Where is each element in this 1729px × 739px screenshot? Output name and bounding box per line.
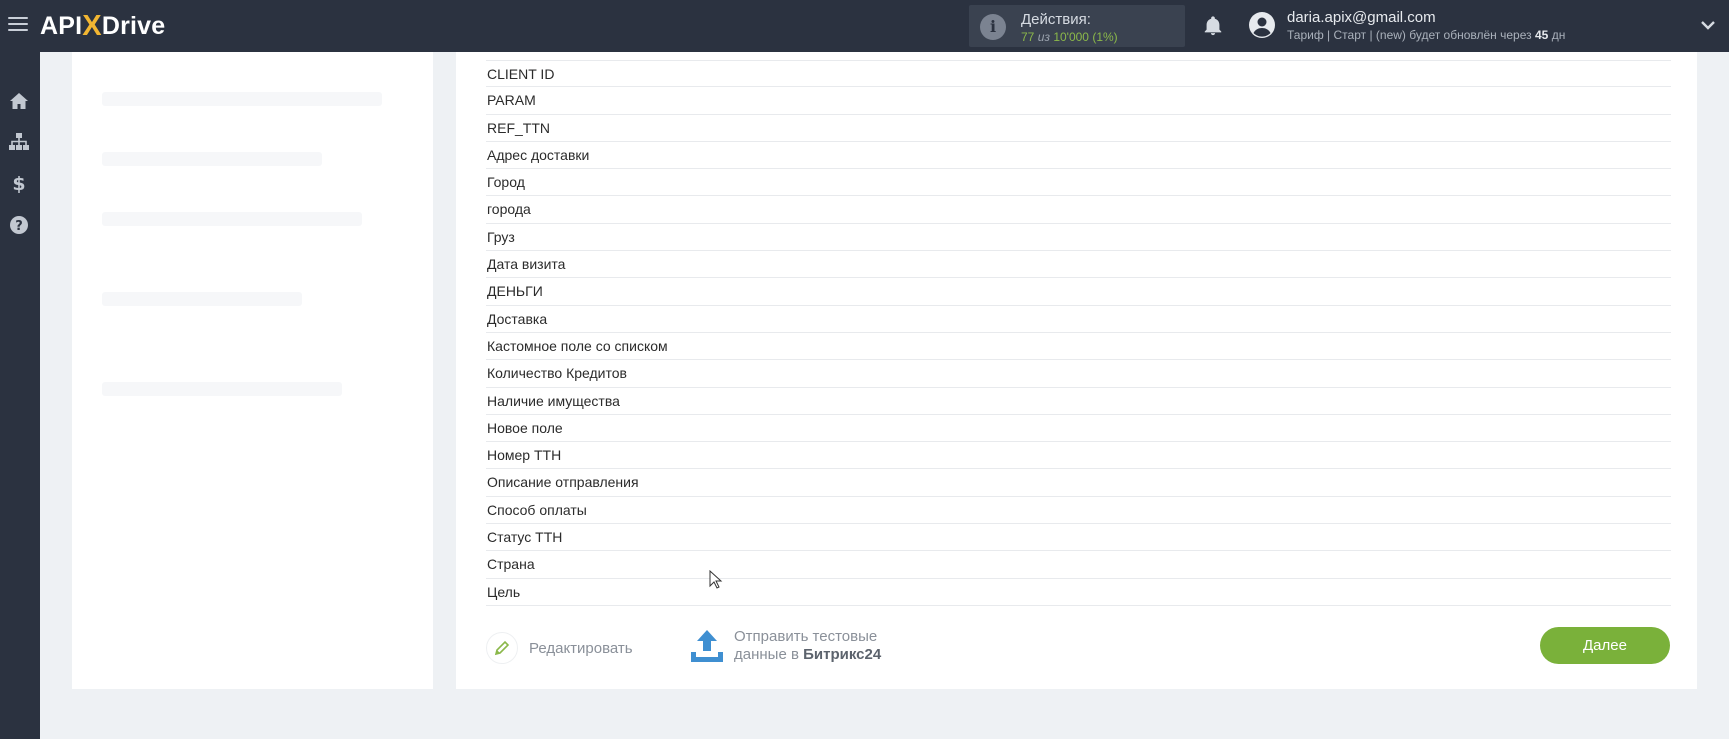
- send-test-label: Отправить тестовые данные в Битрикс24: [734, 628, 882, 663]
- info-icon: i: [980, 14, 1006, 40]
- placeholder-block: [102, 152, 322, 166]
- field-row: Город: [486, 169, 1671, 197]
- send-test-data-button[interactable]: Отправить тестовые данные в Битрикс24: [689, 626, 881, 666]
- placeholder-block: [102, 292, 302, 306]
- edit-button[interactable]: Редактировать: [486, 630, 633, 666]
- field-row: города: [486, 196, 1671, 224]
- edit-label: Редактировать: [529, 639, 633, 657]
- user-avatar-icon[interactable]: [1248, 11, 1276, 39]
- pencil-icon: [486, 632, 518, 664]
- placeholder-block: [102, 92, 382, 106]
- placeholder-block: [102, 212, 362, 226]
- field-row: Номер ТТН: [486, 442, 1671, 470]
- field-row: Адрес доставки: [486, 142, 1671, 170]
- field-row: Способ оплаты: [486, 497, 1671, 525]
- home-icon[interactable]: [8, 90, 30, 112]
- actions-label: Действия:: [1021, 11, 1091, 28]
- field-row: REF_TTN: [486, 115, 1671, 142]
- svg-text:?: ?: [15, 219, 23, 234]
- field-row: Кастомное поле со списком: [486, 333, 1671, 361]
- field-row: PARAM: [486, 87, 1671, 115]
- placeholder-block: [102, 382, 342, 396]
- top-bar: APIXDrive i Действия: 77 из 10'000 (1%) …: [0, 0, 1729, 52]
- sitemap-icon[interactable]: [8, 131, 30, 153]
- dollar-icon[interactable]: $: [8, 173, 30, 195]
- left-panel: [72, 52, 433, 689]
- field-list: CLIENT ID PARAM REF_TTN Адрес доставки Город…: [486, 60, 1671, 606]
- user-email[interactable]: daria.apix@gmail.com: [1287, 9, 1436, 26]
- field-row: Описание отправления: [486, 469, 1671, 497]
- next-button[interactable]: Далее: [1540, 627, 1670, 664]
- logo[interactable]: APIXDrive: [40, 9, 165, 42]
- plan-info: Тариф | Старт | (new) будет обновлён чер…: [1287, 28, 1566, 42]
- field-row: Дата визита: [486, 251, 1671, 279]
- side-nav: $ ?: [0, 52, 40, 739]
- field-row: ДЕНЬГИ: [486, 278, 1671, 306]
- field-row: Статус ТТН: [486, 524, 1671, 552]
- bell-icon[interactable]: [1202, 14, 1224, 38]
- chevron-down-icon[interactable]: [1700, 17, 1716, 33]
- actions-count: 77 из 10'000 (1%): [1021, 30, 1118, 44]
- field-row: CLIENT ID: [486, 60, 1671, 88]
- field-row: Новое поле: [486, 415, 1671, 443]
- field-row: Груз: [486, 224, 1671, 252]
- mouse-cursor-icon: [709, 570, 723, 589]
- main-panel: CLIENT ID PARAM REF_TTN Адрес доставки Город…: [456, 52, 1697, 689]
- footer-actions: Редактировать Отправить тестовые данные …: [486, 622, 1671, 672]
- field-row: Цель: [486, 579, 1671, 606]
- field-row: Количество Кредитов: [486, 360, 1671, 388]
- actions-counter: i Действия: 77 из 10'000 (1%): [969, 5, 1185, 47]
- help-icon[interactable]: ?: [8, 214, 30, 236]
- field-row: Наличие имущества: [486, 388, 1671, 415]
- menu-icon[interactable]: [8, 14, 28, 34]
- field-row: Страна: [486, 551, 1671, 579]
- upload-icon: [691, 630, 723, 662]
- field-row: Доставка: [486, 306, 1671, 333]
